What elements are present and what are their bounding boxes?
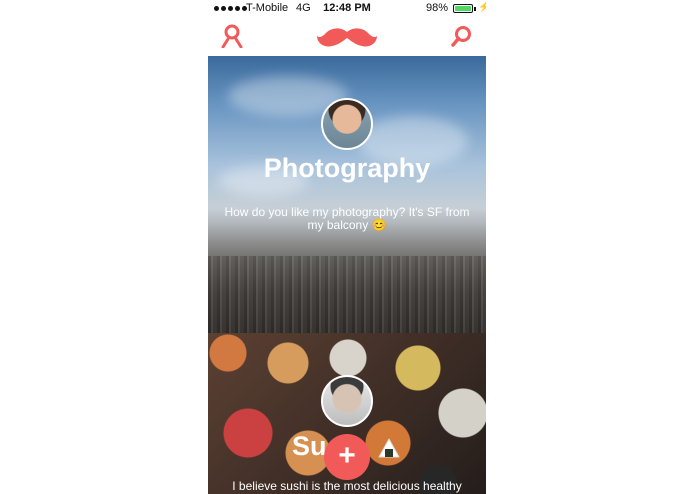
nav-bar (208, 18, 486, 56)
profile-button[interactable] (220, 24, 244, 49)
post-description: How do you like my photography? It's SF … (224, 205, 470, 232)
onigiri-emoji-icon (378, 438, 400, 458)
post-card[interactable]: Photography How do you like my photograp… (208, 56, 486, 333)
city-skyline (208, 256, 486, 333)
post-title: Su (292, 431, 327, 461)
add-post-button[interactable]: + (324, 434, 370, 480)
author-avatar[interactable] (321, 375, 373, 427)
status-bar: T-Mobile 4G 12:48 PM 98% ⚡ (208, 0, 486, 18)
search-icon (451, 26, 471, 47)
author-avatar[interactable] (321, 98, 373, 150)
phone-screen: T-Mobile 4G 12:48 PM 98% ⚡ Photography H… (208, 0, 486, 494)
post-title: Photography (263, 153, 431, 183)
battery-percent: 98% (426, 2, 449, 14)
search-button[interactable] (449, 24, 473, 48)
post-description: I believe sushi is the most delicious he… (232, 479, 462, 494)
mustache-logo-icon (317, 28, 377, 47)
profile-icon (221, 24, 243, 49)
charging-icon: ⚡ (478, 2, 486, 13)
battery-icon (453, 4, 473, 13)
